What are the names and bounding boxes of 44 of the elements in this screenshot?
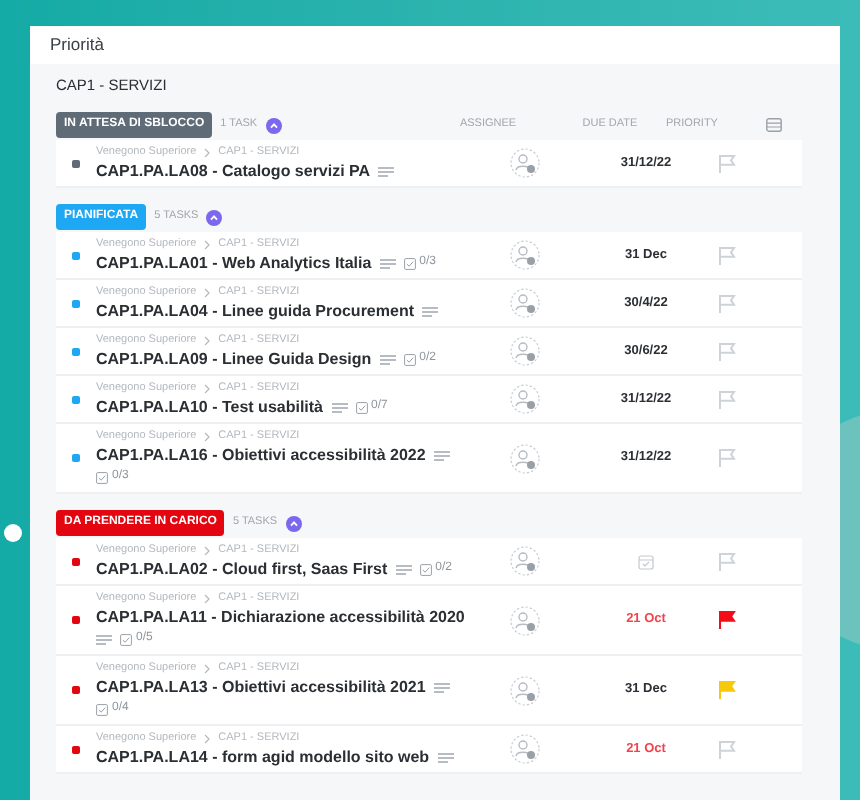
chevron-right-icon (204, 733, 211, 743)
task-title[interactable]: CAP1.PA.LA14 - form agid modello sito web (96, 746, 430, 768)
table-icon[interactable] (766, 118, 782, 132)
chevron-right-icon (204, 335, 211, 345)
chevron-right-icon (204, 593, 211, 603)
assignee-icon[interactable] (509, 605, 539, 635)
chevron-right-icon (204, 663, 211, 673)
flag-icon[interactable] (718, 610, 736, 630)
assignee-icon[interactable] (509, 675, 539, 705)
checkbox-icon (96, 703, 108, 715)
task-title[interactable]: CAP1.PA.LA09 - Linee Guida Design (96, 348, 372, 370)
task-title[interactable]: CAP1.PA.LA13 - Obiettivi accessibilità 2021 (96, 676, 426, 698)
checkbox-icon (120, 633, 132, 645)
task-title[interactable]: CAP1.PA.LA11 - Dichiarazione accessibilità 2020 (96, 606, 465, 628)
collapse-icon[interactable] (206, 209, 223, 225)
task-title[interactable]: CAP1.PA.LA10 - Test usabilità (96, 396, 324, 418)
chevron-right-icon (204, 147, 211, 157)
assignee-icon[interactable] (509, 288, 539, 318)
task-title[interactable]: CAP1.PA.LA04 - Linee guida Procurement (96, 300, 414, 322)
assignee-icon[interactable] (509, 734, 539, 764)
checkbox-icon (403, 257, 416, 269)
assignee-icon[interactable] (509, 336, 539, 366)
chevron-right-icon (204, 287, 211, 297)
assignee-icon[interactable] (509, 384, 539, 414)
collapse-icon[interactable] (285, 515, 302, 531)
task-title[interactable]: CAP1.PA.LA08 - Catalogo servizi PA (96, 160, 371, 182)
chevron-right-icon (204, 431, 211, 441)
page-title: Priorità (50, 32, 104, 58)
checkbox-icon (355, 401, 368, 413)
assignee-icon[interactable] (509, 240, 539, 270)
chevron-right-icon (204, 545, 211, 555)
assignee-icon[interactable] (509, 148, 539, 178)
assignee-icon[interactable] (509, 546, 539, 576)
chevron-right-icon (204, 239, 211, 249)
calendar-icon[interactable] (638, 553, 654, 569)
assignee-icon[interactable] (509, 443, 539, 473)
checkbox-icon (96, 471, 108, 483)
collapse-icon[interactable] (265, 117, 282, 133)
checkbox-icon (403, 353, 416, 365)
checkbox-icon (419, 563, 432, 575)
task-title[interactable]: CAP1.PA.LA16 - Obiettivi accessibilità 2022 (96, 444, 426, 466)
chevron-right-icon (204, 383, 211, 393)
task-title[interactable]: CAP1.PA.LA02 - Cloud first, Saas First (96, 558, 388, 580)
task-title[interactable]: CAP1.PA.LA01 - Web Analytics Italia (96, 252, 372, 274)
